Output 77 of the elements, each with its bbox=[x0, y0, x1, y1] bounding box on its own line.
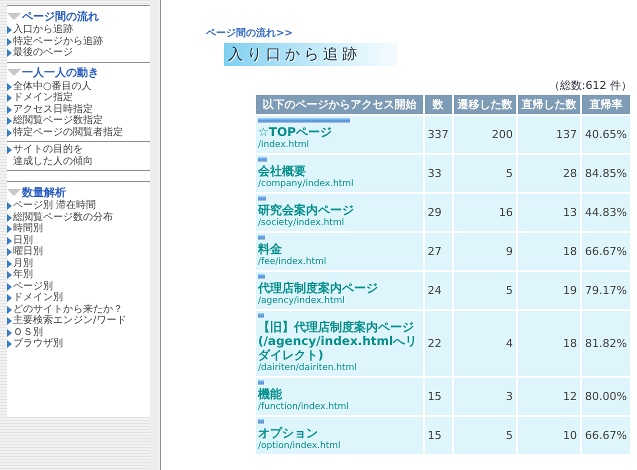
page-title: 入り口から追跡 bbox=[224, 43, 397, 66]
sidebar-link[interactable]: 年別 bbox=[13, 269, 33, 280]
table-cell: 19 bbox=[518, 272, 580, 309]
table-cell: 27 bbox=[424, 233, 452, 270]
table-cell: 9 bbox=[454, 233, 516, 270]
column-header: 遷移した数 bbox=[454, 95, 516, 114]
section-title: 数量解析 bbox=[22, 184, 66, 200]
sidebar-link[interactable]: 総閲覧ページ数指定 bbox=[13, 115, 103, 126]
table-cell: 4 bbox=[454, 311, 516, 376]
table-cell: 84.85% bbox=[582, 155, 630, 192]
table-cell: 22 bbox=[424, 311, 452, 376]
sidebar-link[interactable]: 主要検索エンジン/ワード bbox=[13, 315, 126, 326]
page-path: /fee/index.html bbox=[258, 257, 326, 267]
page-path: /index.html bbox=[258, 140, 310, 150]
column-header: 数 bbox=[424, 95, 452, 114]
table-cell: 18 bbox=[518, 233, 580, 270]
page-path: /dairiten/dairiten.html bbox=[258, 363, 357, 373]
sidebar-link[interactable]: ページ別 滞在時間 bbox=[13, 200, 96, 212]
section-title: 一人一人の動き bbox=[22, 65, 99, 80]
sidebar-link[interactable]: 月別 bbox=[13, 258, 33, 269]
table-cell: 200 bbox=[454, 116, 516, 153]
triangle-icon bbox=[7, 188, 21, 196]
table-cell: 5 bbox=[454, 155, 516, 192]
table-cell: 13 bbox=[518, 194, 580, 231]
table-cell: 12 bbox=[518, 378, 580, 415]
table-cell: 79.17% bbox=[582, 272, 630, 309]
page-path: /agency/index.html bbox=[258, 296, 345, 306]
table-cell: 10 bbox=[518, 417, 580, 454]
sidebar-link[interactable]: 特定ページから追跡 bbox=[13, 36, 103, 47]
table-cell: 44.83% bbox=[582, 194, 630, 231]
table-cell: 5 bbox=[454, 272, 516, 309]
total-count: （総数:612 件） bbox=[548, 78, 632, 93]
table-cell: 15 bbox=[424, 417, 452, 454]
table-cell: 5 bbox=[454, 417, 516, 454]
table-cell: 24 bbox=[424, 272, 452, 309]
sidebar-link[interactable]: ブラウザ別 bbox=[13, 338, 63, 350]
table-cell: 66.67% bbox=[582, 233, 630, 270]
sidebar-link[interactable]: アクセス日時指定 bbox=[13, 104, 93, 115]
sidebar-link[interactable]: 入口から追跡 bbox=[13, 24, 73, 36]
table-cell: 80.00% bbox=[582, 378, 630, 415]
page-path: /company/index.html bbox=[258, 179, 354, 189]
page-path: /option/index.html bbox=[258, 441, 341, 451]
triangle-icon bbox=[7, 69, 21, 76]
column-header: 直帰率 bbox=[582, 95, 630, 114]
column-header: 以下のページからアクセス開始 bbox=[256, 95, 423, 114]
sidebar-link[interactable]: 総閲覧ページ数の分布 bbox=[13, 212, 113, 223]
sidebar-link[interactable]: 特定ページの閲覧者指定 bbox=[13, 126, 123, 138]
breadcrumb[interactable]: ページ間の流れ>> bbox=[206, 26, 293, 40]
sidebar-link[interactable]: サイトの目的を 達成した人の傾向 bbox=[13, 144, 93, 167]
sidebar-link[interactable]: 日別 bbox=[13, 234, 33, 246]
sidebar-link[interactable]: どのサイトから来たか？ bbox=[13, 304, 123, 315]
table-cell: 18 bbox=[518, 311, 580, 376]
page-path: /function/index.html bbox=[258, 402, 349, 412]
sidebar-link[interactable]: 時間別 bbox=[13, 223, 43, 234]
sidebar-link[interactable]: ドメイン指定 bbox=[13, 92, 73, 104]
sidebar-link[interactable]: 最後のページ bbox=[13, 47, 73, 58]
table-cell: 29 bbox=[424, 194, 452, 231]
table-cell: 66.67% bbox=[582, 417, 630, 454]
sidebar-link[interactable]: ページ別 bbox=[13, 280, 53, 292]
sidebar-link[interactable]: 曜日別 bbox=[13, 246, 43, 258]
section-title: ページ間の流れ bbox=[22, 8, 99, 24]
arrow-icon bbox=[7, 146, 12, 154]
page-path: /society/index.html bbox=[258, 218, 344, 228]
sidebar-link[interactable]: ＯＳ別 bbox=[13, 326, 43, 338]
table-cell: 28 bbox=[518, 155, 580, 192]
column-header: 直帰した数 bbox=[518, 95, 580, 114]
sidebar-link[interactable]: 全体中○番目の人 bbox=[13, 80, 92, 92]
table-cell: 15 bbox=[424, 378, 452, 415]
triangle-icon bbox=[7, 12, 21, 20]
table-cell: 40.65% bbox=[582, 116, 630, 153]
table-cell: 337 bbox=[424, 116, 452, 153]
table-cell: 16 bbox=[454, 194, 516, 231]
table-cell: 3 bbox=[454, 378, 516, 415]
table-cell: 33 bbox=[424, 155, 452, 192]
table-cell: 137 bbox=[518, 116, 580, 153]
table-cell: 81.82% bbox=[582, 311, 630, 376]
sidebar-link[interactable]: ドメイン別 bbox=[13, 292, 63, 304]
